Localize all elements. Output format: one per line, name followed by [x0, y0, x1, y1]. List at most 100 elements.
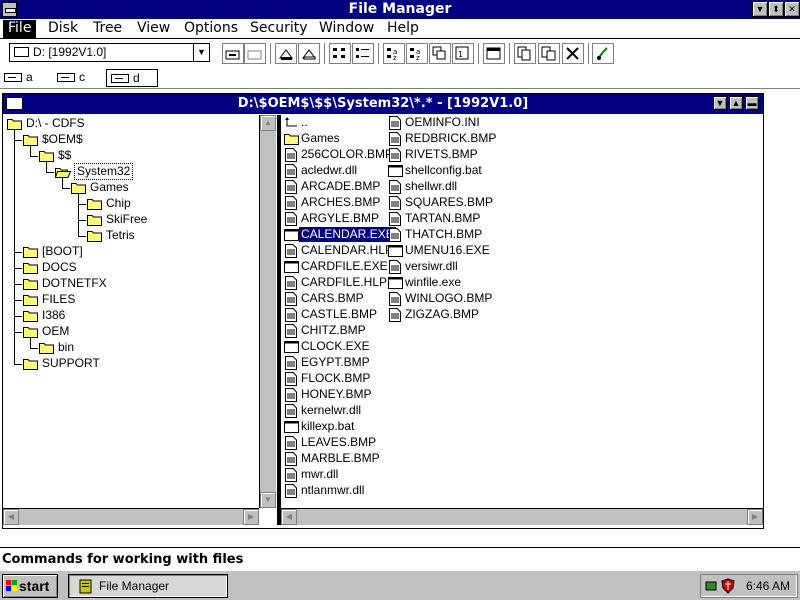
folder-icon	[87, 198, 103, 210]
tree-connector	[78, 236, 86, 237]
network-icon[interactable]	[705, 579, 719, 593]
document-file-icon	[284, 148, 297, 162]
tree-horizontal-scrollbar[interactable]: ◀ ▶	[3, 508, 259, 525]
file-name: CARDFILE.EXE	[301, 259, 388, 273]
sort-by-name-button[interactable]: az	[383, 43, 405, 64]
directory-tree[interactable]: D:\ - CDFS $OEM$ $$ System32 Games Chip SkiFre…	[3, 115, 259, 508]
sort-by-type-button[interactable]: az	[406, 43, 428, 64]
close-button[interactable]: ✕	[784, 1, 800, 17]
program-file-icon	[284, 340, 299, 354]
child-maximize-button[interactable]: ▲	[729, 96, 743, 110]
split-bar[interactable]	[277, 115, 281, 525]
document-file-icon	[388, 116, 401, 130]
menu-help[interactable]: Help	[382, 20, 424, 38]
scroll-right-icon[interactable]: ▶	[747, 509, 763, 525]
tree-item-label: DOTNETFX	[42, 276, 107, 290]
file-horizontal-scrollbar[interactable]: ◀ ▶	[281, 508, 763, 525]
folder-icon	[87, 214, 103, 226]
toolbar: D: [1992V1.0] ▼ az az 1	[0, 40, 800, 66]
document-file-icon	[388, 148, 401, 162]
menu-file[interactable]: File	[3, 20, 37, 38]
tree-connector	[46, 161, 47, 172]
title-bar: File Manager ▼ ⬍ ✕	[0, 0, 800, 19]
tree-connector	[78, 193, 79, 236]
file-name: REDBRICK.BMP	[405, 131, 497, 145]
menu-view[interactable]: View	[132, 20, 175, 38]
sort-by-size-button[interactable]	[429, 43, 451, 64]
large-icons-button[interactable]	[329, 43, 351, 64]
stop-share-button[interactable]	[298, 43, 320, 64]
document-file-icon	[284, 180, 297, 194]
tree-connector	[14, 316, 22, 317]
tree-connector	[14, 252, 22, 253]
shield-icon[interactable]	[721, 578, 735, 594]
program-file-icon	[284, 228, 299, 242]
file-list[interactable]: .. Games 256COLOR.BMP acledwr.dll ARCADE.BMP…	[281, 115, 763, 508]
document-file-icon	[284, 436, 297, 450]
tree-connector	[78, 204, 86, 205]
tree-vertical-scrollbar[interactable]: ▲ ▼	[259, 115, 276, 508]
share-button[interactable]	[275, 43, 297, 64]
drive-selector[interactable]: D: [1992V1.0] ▼	[9, 43, 210, 62]
file-name: 256COLOR.BMP	[301, 147, 394, 161]
scroll-left-icon[interactable]: ◀	[3, 509, 19, 525]
toolbar-separator	[478, 43, 479, 64]
drive-selector-value: D: [1992V1.0]	[33, 45, 107, 59]
tree-item-label: $$	[58, 148, 72, 162]
up-directory-icon	[284, 116, 297, 130]
copy-button[interactable]	[514, 43, 536, 64]
maximize-button[interactable]: ⬍	[768, 1, 784, 17]
document-file-icon	[388, 180, 401, 194]
child-minimize-button[interactable]: ▼	[713, 96, 727, 110]
scroll-left-icon[interactable]: ◀	[281, 509, 297, 525]
drive-c-label: c	[79, 70, 85, 84]
folder-icon	[23, 246, 39, 258]
paste-button[interactable]	[538, 43, 560, 64]
file-name: UMENU16.EXE	[405, 243, 490, 257]
menu-options[interactable]: Options	[179, 20, 243, 38]
minimize-button[interactable]: ▼	[752, 1, 768, 17]
tree-item-label: DOCS	[42, 260, 77, 274]
taskbar-file-manager[interactable]: File Manager	[68, 574, 228, 598]
start-label: start	[19, 578, 50, 594]
toolbar-separator	[588, 43, 589, 64]
menu-disk[interactable]: Disk	[43, 20, 83, 38]
details-view-button[interactable]	[352, 43, 374, 64]
menu-window[interactable]: Window	[314, 20, 379, 38]
folder-icon	[23, 262, 39, 274]
properties-button[interactable]	[592, 43, 614, 64]
scroll-right-icon[interactable]: ▶	[243, 509, 259, 525]
dropdown-arrow-icon[interactable]: ▼	[193, 44, 209, 61]
tree-item-label: bin	[58, 340, 75, 354]
file-name: CALENDAR.EXE	[299, 227, 396, 242]
drive-a[interactable]: a	[0, 69, 37, 87]
start-button[interactable]: start	[2, 574, 58, 598]
taskbar-task-label: File Manager	[99, 579, 170, 593]
tree-connector	[14, 268, 22, 269]
tree-item-label: OEM	[42, 324, 70, 338]
sort-by-date-button[interactable]: 1	[452, 43, 474, 64]
file-name: LEAVES.BMP	[301, 435, 377, 449]
delete-button[interactable]	[562, 43, 584, 64]
tree-item-label: Games	[90, 180, 129, 194]
directory-window-title: D:\$OEM$\$$\System32\*.* - [1992V1.0]	[237, 96, 529, 111]
file-name: versiwr.dll	[405, 259, 458, 273]
child-control-button[interactable]: ▬	[745, 96, 759, 110]
document-file-icon	[284, 468, 297, 482]
scroll-down-icon[interactable]: ▼	[260, 492, 276, 508]
document-file-icon	[284, 212, 297, 226]
drive-d[interactable]: d	[106, 69, 158, 87]
menu-tree[interactable]: Tree	[88, 20, 127, 38]
tree-connector	[62, 188, 70, 189]
scroll-up-icon[interactable]: ▲	[260, 115, 276, 131]
file-name: EGYPT.BMP	[301, 355, 370, 369]
disconnect-drive-button[interactable]	[244, 43, 266, 64]
new-window-button[interactable]	[483, 43, 505, 64]
connect-drive-button[interactable]	[222, 43, 244, 64]
document-file-icon	[388, 212, 401, 226]
program-file-icon	[388, 164, 403, 178]
document-file-icon	[388, 132, 401, 146]
menu-security[interactable]: Security	[245, 20, 313, 38]
file-name: mwr.dll	[301, 467, 339, 481]
drive-c[interactable]: c	[53, 69, 89, 87]
